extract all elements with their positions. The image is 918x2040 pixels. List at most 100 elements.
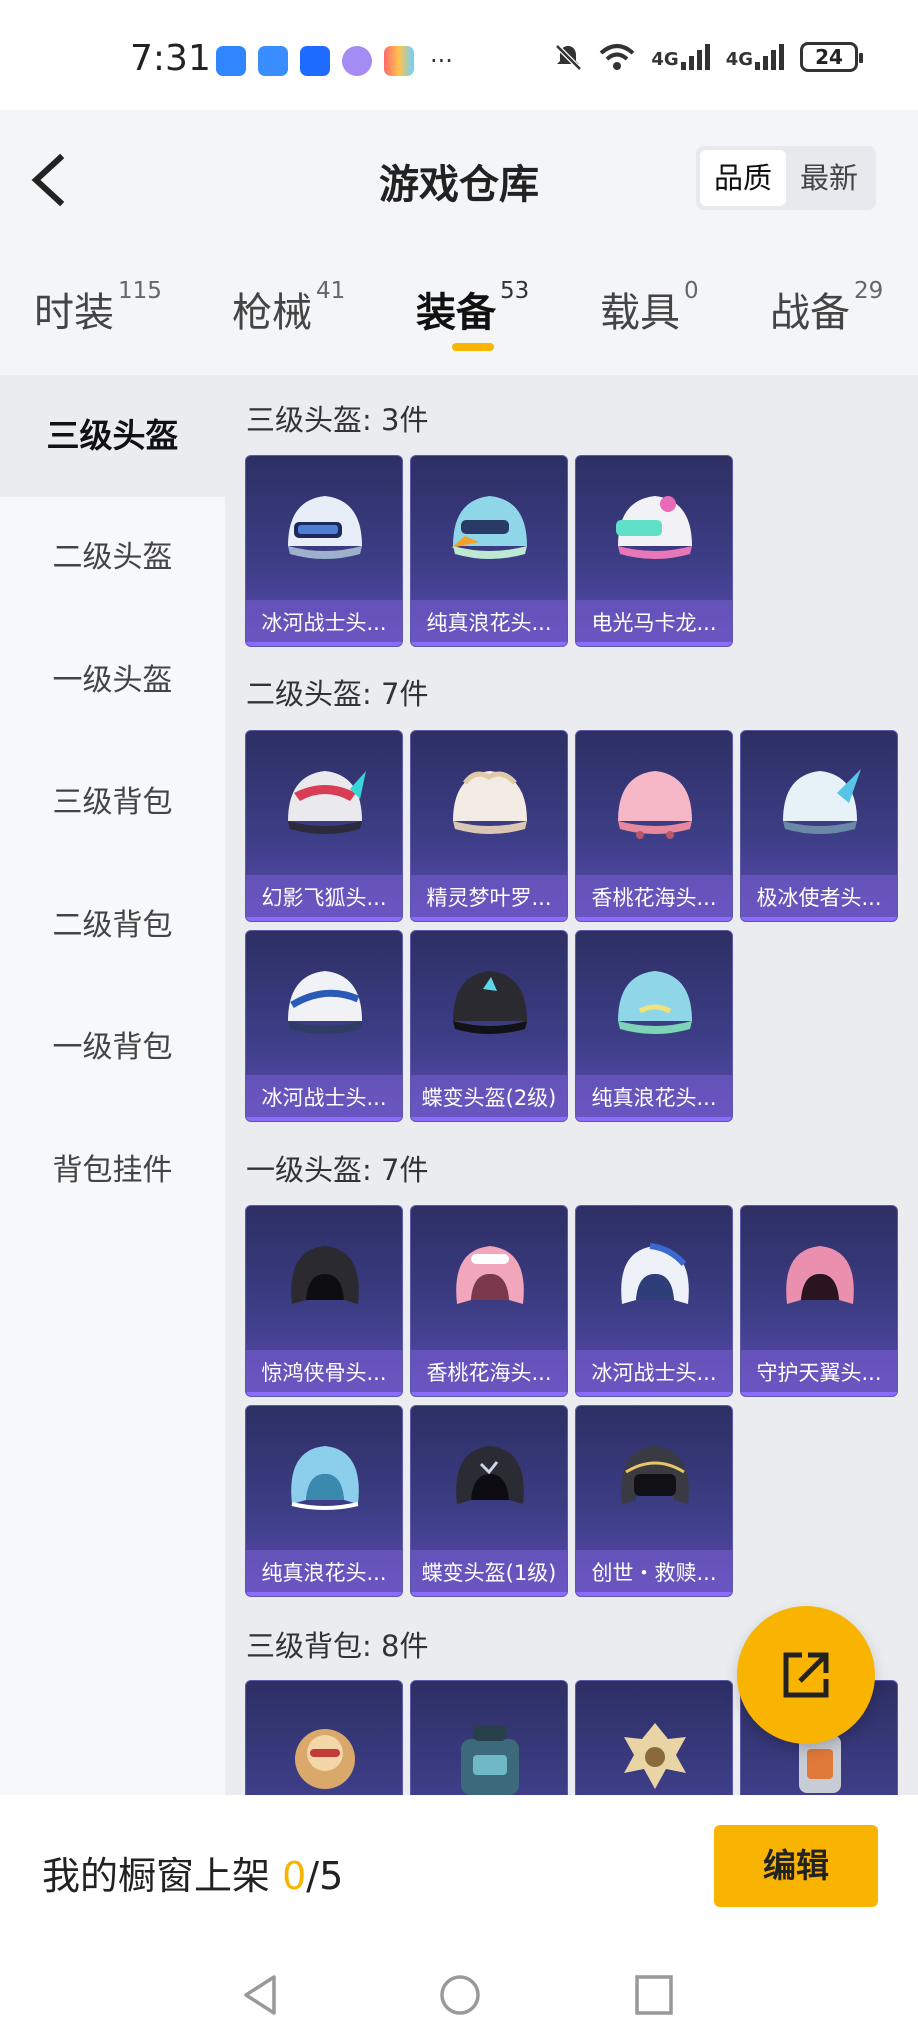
battery-icon: 24 bbox=[800, 42, 863, 72]
more-notifications-icon: ··· bbox=[430, 47, 453, 75]
item-card[interactable]: 冰河战士头... bbox=[245, 930, 403, 1122]
showcase-used-count: 0 bbox=[282, 1854, 307, 1898]
item-card[interactable]: 幻影飞狐头... bbox=[245, 730, 403, 922]
item-name: 香桃花海头... bbox=[576, 875, 732, 921]
edit-button[interactable]: 编辑 bbox=[714, 1825, 878, 1907]
tab-count: 41 bbox=[316, 278, 346, 304]
item-name: 极冰使者头... bbox=[741, 875, 897, 921]
tab-vehicles[interactable]: 载具 0 bbox=[600, 278, 699, 338]
cloud-notification-icon bbox=[258, 46, 288, 76]
item-name: 纯真浪花头... bbox=[411, 600, 567, 646]
tab-equipment[interactable]: 装备 53 bbox=[416, 278, 529, 338]
helmet-icon bbox=[291, 1246, 359, 1304]
item-name: 纯真浪花头... bbox=[246, 1550, 402, 1596]
helmet-icon bbox=[291, 1446, 359, 1510]
nav-recent-icon[interactable] bbox=[633, 1973, 673, 2017]
item-name: 冰河战士头... bbox=[246, 1075, 402, 1121]
nav-back-icon[interactable] bbox=[240, 1973, 280, 2017]
page-header: 游戏仓库 品质 最新 bbox=[0, 110, 918, 250]
item-card[interactable]: 纯真浪花头... bbox=[245, 1405, 403, 1597]
item-card[interactable] bbox=[410, 1680, 568, 1795]
item-name: 蝶变头盔(2级) bbox=[411, 1075, 567, 1121]
item-card[interactable]: 蝶变头盔(2级) bbox=[410, 930, 568, 1122]
sidebar-item-level3-backpack[interactable]: 三级背包 bbox=[0, 742, 225, 864]
item-name: 守护天翼头... bbox=[741, 1350, 897, 1396]
tab-fashion[interactable]: 时装 115 bbox=[34, 278, 162, 338]
sidebar-item-level2-helmet[interactable]: 二级头盔 bbox=[0, 497, 225, 619]
rarity-stripe bbox=[411, 642, 567, 646]
wifi-icon bbox=[600, 44, 635, 70]
item-card[interactable]: 纯真浪花头... bbox=[575, 930, 733, 1122]
tab-label: 装备 bbox=[416, 290, 496, 336]
signal-1-icon: 4G bbox=[651, 44, 710, 70]
helmet-icon bbox=[621, 1446, 689, 1504]
network-type-1: 4G bbox=[651, 49, 679, 70]
item-card[interactable] bbox=[575, 1680, 733, 1795]
tab-label: 枪械 bbox=[232, 290, 312, 336]
item-card[interactable]: 极冰使者头... bbox=[740, 730, 898, 922]
item-card[interactable]: 香桃花海头... bbox=[575, 730, 733, 922]
status-indicators: 4G 4G 24 bbox=[553, 42, 863, 72]
item-name: 蝶变头盔(1级) bbox=[411, 1550, 567, 1596]
item-card[interactable]: 守护天翼头... bbox=[740, 1205, 898, 1397]
nav-home-icon[interactable] bbox=[438, 1973, 482, 2017]
item-card[interactable]: 冰河战士头... bbox=[245, 455, 403, 647]
helmet-icon bbox=[616, 496, 692, 559]
helmet-icon bbox=[288, 771, 366, 834]
active-tab-indicator bbox=[452, 343, 494, 351]
paint-notification-icon bbox=[384, 46, 414, 76]
item-name: 冰河战士头... bbox=[246, 600, 402, 646]
helmet-icon bbox=[618, 771, 692, 839]
sidebar-item-level3-helmet[interactable]: 三级头盔 bbox=[0, 375, 225, 497]
share-button[interactable] bbox=[737, 1606, 875, 1744]
category-tabs: 时装 115 枪械 41 装备 53 载具 0 战备 29 bbox=[0, 250, 918, 375]
rarity-stripe bbox=[246, 1592, 402, 1596]
section-title: 三级背包: 8件 bbox=[246, 1629, 429, 1663]
section-title: 一级头盔: 7件 bbox=[246, 1153, 429, 1187]
sidebar-item-level1-helmet[interactable]: 一级头盔 bbox=[0, 620, 225, 742]
signal-2-icon: 4G bbox=[726, 44, 784, 70]
helmet-icon bbox=[621, 1243, 689, 1304]
rarity-stripe bbox=[411, 1117, 567, 1121]
sort-by-quality[interactable]: 品质 bbox=[700, 150, 786, 206]
item-card[interactable]: 精灵梦叶罗... bbox=[410, 730, 568, 922]
sidebar: 三级头盔 二级头盔 一级头盔 三级背包 二级背包 一级背包 背包挂件 bbox=[0, 375, 225, 1795]
sidebar-item-backpack-charm[interactable]: 背包挂件 bbox=[0, 1110, 225, 1232]
tab-label: 载具 bbox=[600, 290, 680, 336]
sidebar-item-level1-backpack[interactable]: 一级背包 bbox=[0, 987, 225, 1109]
showcase-label: 我的橱窗上架 bbox=[42, 1854, 271, 1898]
tab-supplies[interactable]: 战备 29 bbox=[770, 278, 883, 338]
backpack-icon bbox=[624, 1723, 686, 1789]
share-icon bbox=[783, 1652, 829, 1698]
item-card[interactable]: 蝶变头盔(1级) bbox=[410, 1405, 568, 1597]
rarity-stripe bbox=[576, 1117, 732, 1121]
tab-count: 0 bbox=[684, 278, 699, 304]
rarity-stripe bbox=[246, 642, 402, 646]
item-name: 幻影飞狐头... bbox=[246, 875, 402, 921]
item-card[interactable]: 纯真浪花头... bbox=[410, 455, 568, 647]
helmet-icon bbox=[288, 496, 362, 559]
sidebar-item-level2-backpack[interactable]: 二级背包 bbox=[0, 865, 225, 987]
rarity-stripe bbox=[576, 1592, 732, 1596]
tab-count: 115 bbox=[118, 278, 162, 304]
status-time: 7:31 bbox=[130, 38, 211, 79]
item-name: 冰河战士头... bbox=[576, 1350, 732, 1396]
helmet-icon bbox=[783, 769, 861, 834]
item-card[interactable] bbox=[245, 1680, 403, 1795]
item-card[interactable]: 惊鸿侠骨头... bbox=[245, 1205, 403, 1397]
helmet-icon bbox=[453, 971, 527, 1034]
sort-by-newest[interactable]: 最新 bbox=[786, 150, 872, 206]
item-card[interactable]: 冰河战士头... bbox=[575, 1205, 733, 1397]
tab-weapons[interactable]: 枪械 41 bbox=[232, 278, 346, 338]
rarity-stripe bbox=[576, 642, 732, 646]
item-name: 惊鸿侠骨头... bbox=[246, 1350, 402, 1396]
rarity-stripe bbox=[246, 917, 402, 921]
item-card[interactable]: 创世・救赎... bbox=[575, 1405, 733, 1597]
showcase-bar: 我的橱窗上架 0/5 编辑 bbox=[0, 1795, 918, 1945]
helmet-icon bbox=[786, 1246, 854, 1304]
item-card[interactable]: 香桃花海头... bbox=[410, 1205, 568, 1397]
item-name: 香桃花海头... bbox=[411, 1350, 567, 1396]
rarity-stripe bbox=[411, 1392, 567, 1396]
tab-label: 战备 bbox=[770, 290, 850, 336]
item-card[interactable]: 电光马卡龙... bbox=[575, 455, 733, 647]
